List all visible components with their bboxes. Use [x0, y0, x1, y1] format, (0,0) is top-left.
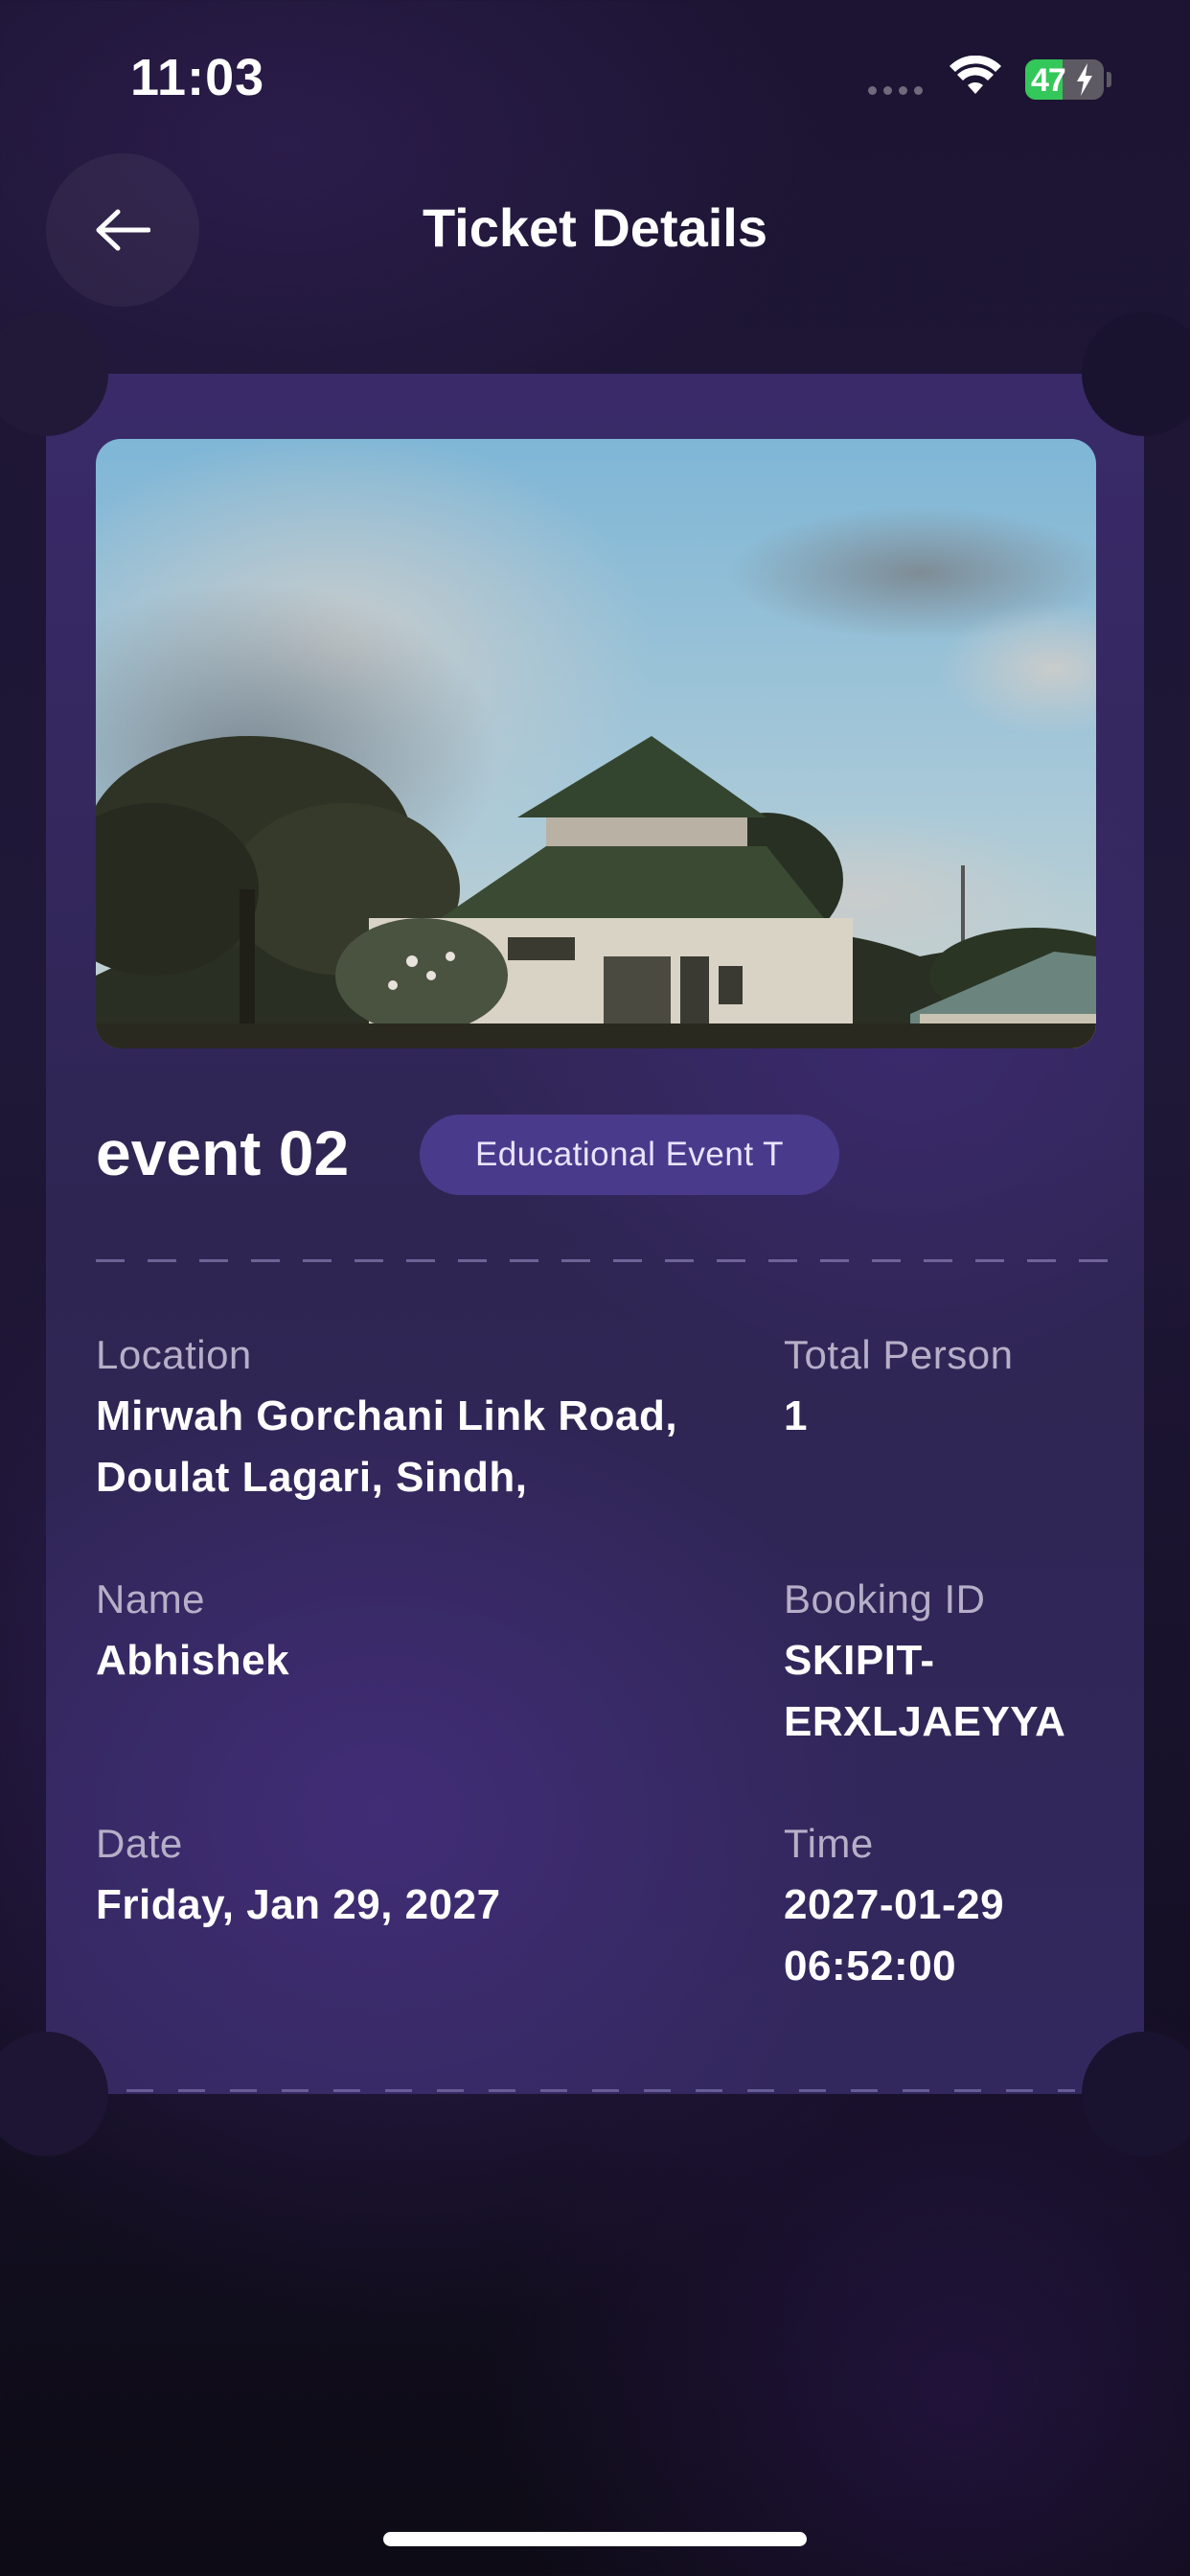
- time-value: 2027-01-29 06:52:00: [784, 1881, 1005, 1990]
- event-name: event 02: [96, 1117, 350, 1188]
- location-value: Mirwah Gorchani Link Road, Doulat Lagari…: [96, 1392, 678, 1501]
- page-title: Ticket Details: [422, 197, 768, 258]
- battery-level: 47: [1031, 62, 1066, 99]
- category-badge: Educational Event T: [420, 1115, 839, 1195]
- wifi-icon: [950, 56, 1001, 94]
- battery-charging-icon: 47: [1025, 59, 1104, 100]
- name-label: Name: [96, 1576, 206, 1622]
- battery-cap: [1107, 72, 1111, 87]
- event-image: [96, 439, 1096, 1048]
- time-label: Time: [784, 1821, 874, 1866]
- ticket-notch: [1082, 2032, 1190, 2156]
- home-indicator[interactable]: [383, 2532, 807, 2546]
- ticket-notch: [0, 2032, 108, 2156]
- status-time: 11:03: [130, 49, 265, 106]
- ticket-notch: [0, 311, 108, 436]
- cellular-signal-icon: [868, 86, 923, 95]
- name-value: Abhishek: [96, 1637, 290, 1684]
- status-bar: 11:03 47: [0, 0, 1190, 144]
- date-label: Date: [96, 1821, 183, 1866]
- booking-id-label: Booking ID: [784, 1576, 986, 1622]
- date-value: Friday, Jan 29, 2027: [96, 1881, 501, 1928]
- dashed-divider: [96, 1259, 1121, 1262]
- location-label: Location: [96, 1332, 252, 1377]
- booking-id-value: SKIPIT-​ERXLJAEYYA: [784, 1637, 1066, 1745]
- dashed-divider: [126, 2089, 1075, 2092]
- total-person-label: Total Person: [784, 1332, 1014, 1377]
- total-person-value: 1: [784, 1392, 808, 1439]
- ticket-card: event 02 Educational Event T Location Mi…: [0, 311, 1190, 2156]
- bolt-icon: [1077, 63, 1092, 96]
- ticket-notch: [1082, 311, 1190, 436]
